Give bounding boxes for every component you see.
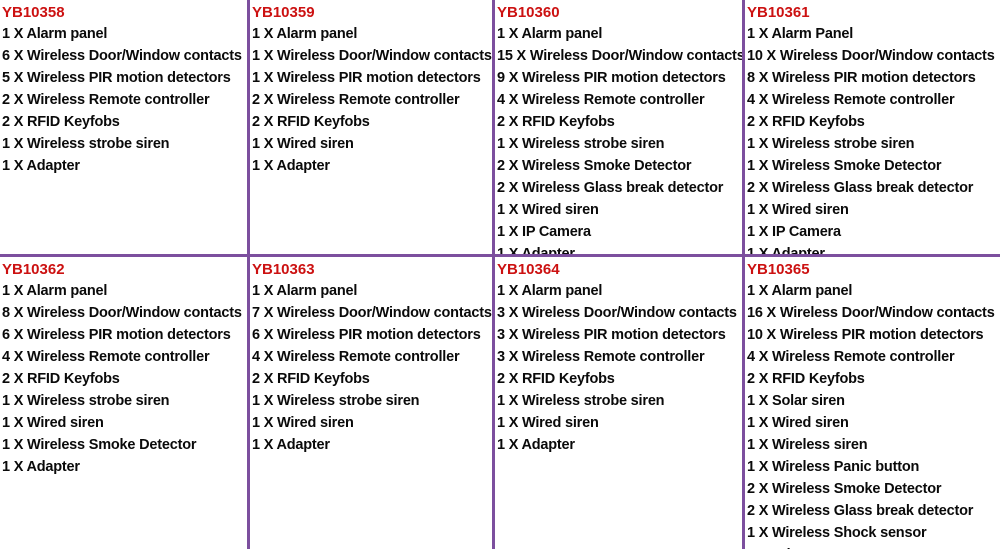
product-item: 2 X Wireless Remote controller [2,92,210,108]
product-sku-label: YB10361 [747,4,810,21]
product-item: 2 X Wireless Glass break detector [497,180,724,196]
product-item: 1 X Alarm panel [252,26,358,42]
product-item: 1 X Wireless strobe siren [497,393,665,409]
product-item-list: 1 X Alarm Panel 10 X Wireless Door/Window… [747,23,1000,257]
product-cell: YB10363 1 X Alarm panel 7 X Wireless Door/… [250,257,495,549]
product-item: 1 X Wireless Panic button [747,459,920,475]
product-item: 2 X Wireless Glass break detector [747,180,974,196]
product-item: 10 X Wireless Door/Window contacts [747,48,995,64]
product-sku-label: YB10359 [252,4,315,21]
product-item: 6 X Wireless PIR motion detectors [2,327,231,343]
product-item: 1 X Wireless strobe siren [497,136,665,152]
product-item: 2 X RFID Keyfobs [747,371,865,387]
product-cell: YB10364 1 X Alarm panel 3 X Wireless Door/… [495,257,745,549]
product-item: 1 X Wireless Shock sensor [747,525,927,541]
product-item-list: 1 X Alarm panel 7 X Wireless Door/Window … [252,280,492,456]
product-item: 1 X Wireless strobe siren [252,393,420,409]
product-item: 1 X Wireless strobe siren [2,393,170,409]
product-cell: YB10359 1 X Alarm panel 1 X Wireless Door/… [250,0,495,257]
product-item-list: 1 X Alarm panel 15 X Wireless Door/Window… [497,23,745,257]
product-item: 1 X Wired siren [497,415,599,431]
product-item: 4 X Wireless Remote controller [747,92,955,108]
product-item: 2 X RFID Keyfobs [747,114,865,130]
product-item: 1 X Wireless strobe siren [2,136,170,152]
product-item: 1 X Adapter [252,158,330,174]
product-item: 1 X Wired siren [252,415,354,431]
product-item: 2 X RFID Keyfobs [252,371,370,387]
product-item: 1 X IP Camera [497,224,591,240]
product-cell: YB10365 1 X Alarm panel 16 X Wireless Door… [745,257,1000,549]
product-item: 2 X RFID Keyfobs [2,114,120,130]
product-item: 1 X Adapter [747,544,1000,549]
product-item-list: 1 X Alarm panel 16 X Wireless Door/Window… [747,280,1000,549]
product-item: 6 X Wireless PIR motion detectors [252,327,481,343]
product-item: 10 X Wireless PIR motion detectors [747,327,984,343]
product-item: 2 X Wireless Smoke Detector [747,481,942,497]
product-item: 1 X Wireless strobe siren [747,136,915,152]
product-item: 1 X Alarm panel [2,283,108,299]
product-item: 4 X Wireless Remote controller [747,349,955,365]
product-item: 2 X RFID Keyfobs [497,371,615,387]
product-item: 1 X Adapter [497,437,575,453]
product-item: 1 X Solar siren [747,393,845,409]
product-item: 15 X Wireless Door/Window contacts [497,48,745,64]
product-item: 2 X Wireless Glass break detector [747,503,974,519]
product-item: 2 X Wireless Remote controller [252,92,460,108]
product-item: 1 X Adapter [252,437,330,453]
product-item: 1 X Wired siren [747,202,849,218]
product-item: 2 X RFID Keyfobs [2,371,120,387]
product-item: 1 X Alarm panel [2,26,108,42]
product-item: 1 X Wireless Door/Window contacts [252,48,492,64]
product-item: 1 X Wired siren [497,202,599,218]
product-item-list: 1 X Alarm panel 3 X Wireless Door/Window … [497,280,742,456]
product-sku-label: YB10364 [497,261,560,278]
product-item: 7 X Wireless Door/Window contacts [252,305,492,321]
product-item: 1 X Adapter [497,246,575,257]
product-item: 3 X Wireless Door/Window contacts [497,305,737,321]
product-item: 9 X Wireless PIR motion detectors [497,70,726,86]
product-item: 8 X Wireless Door/Window contacts [2,305,242,321]
product-cell: YB10358 1 X Alarm panel 6 X Wireless Door/… [0,0,250,257]
product-item: 16 X Wireless Door/Window contacts [747,305,995,321]
product-item: 1 X Wireless PIR motion detectors [252,70,481,86]
product-sku-label: YB10363 [252,261,315,278]
product-item: 2 X Wireless Smoke Detector [497,158,692,174]
product-item: 1 X Wireless siren [747,437,868,453]
product-sku-label: YB10360 [497,4,560,21]
product-sku-label: YB10362 [2,261,65,278]
product-item: 4 X Wireless Remote controller [252,349,460,365]
product-item: 4 X Wireless Remote controller [497,92,705,108]
product-item: 1 X Alarm panel [747,283,853,299]
product-item-list: 1 X Alarm panel 6 X Wireless Door/Window … [2,23,247,177]
product-item: 1 X Alarm panel [252,283,358,299]
product-item: 5 X Wireless PIR motion detectors [2,70,231,86]
product-item: 6 X Wireless Door/Window contacts [2,48,242,64]
product-item: 2 X RFID Keyfobs [252,114,370,130]
product-cell: YB10361 1 X Alarm Panel 10 X Wireless Door… [745,0,1000,257]
product-item: 1 X Alarm panel [497,283,603,299]
product-item-list: 1 X Alarm panel 8 X Wireless Door/Window … [2,280,247,478]
product-item: 3 X Wireless PIR motion detectors [497,327,726,343]
product-item: 1 X Alarm Panel [747,26,854,42]
product-item: 1 X Adapter [2,459,80,475]
product-item: 3 X Wireless Remote controller [497,349,705,365]
product-cell: YB10362 1 X Alarm panel 8 X Wireless Door/… [0,257,250,549]
product-item: 1 X Wired siren [252,136,354,152]
product-configuration-table: YB10358 1 X Alarm panel 6 X Wireless Door/… [0,0,1000,549]
product-item: 2 X RFID Keyfobs [497,114,615,130]
product-item: 1 X IP Camera [747,224,841,240]
product-item: 8 X Wireless PIR motion detectors [747,70,976,86]
product-item: 1 X Wired siren [2,415,104,431]
product-item: 1 X Wired siren [747,415,849,431]
product-item: 1 X Alarm panel [497,26,603,42]
product-cell: YB10360 1 X Alarm panel 15 X Wireless Door… [495,0,745,257]
product-sku-label: YB10358 [2,4,65,21]
product-item: 1 X Wireless Smoke Detector [747,158,942,174]
product-item: 1 X Adapter [747,246,825,257]
product-item: 4 X Wireless Remote controller [2,349,210,365]
product-item-list: 1 X Alarm panel 1 X Wireless Door/Window … [252,23,492,177]
product-sku-label: YB10365 [747,261,810,278]
product-item: 1 X Adapter [2,158,80,174]
product-item: 1 X Wireless Smoke Detector [2,437,197,453]
